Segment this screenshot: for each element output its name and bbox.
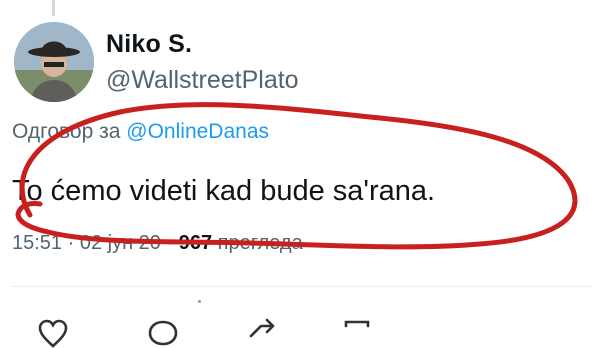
divider — [12, 286, 592, 287]
thread-connector-line — [52, 0, 55, 16]
reply-prefix: Одговор за — [12, 120, 121, 143]
retweet-icon[interactable] — [245, 318, 279, 348]
divider-dot — [198, 300, 201, 303]
reply-mention-link[interactable]: @OnlineDanas — [126, 120, 269, 143]
action-bar — [0, 318, 600, 348]
reply-context: Одговор за @OnlineDanas — [12, 120, 269, 144]
tweet-meta: 15:51 · 02 јун 20 · 967 прегледа — [12, 232, 303, 255]
reply-icon[interactable] — [146, 318, 180, 348]
avatar-image — [14, 22, 94, 102]
timestamp-link[interactable]: 15:51 · 02 јун 20 — [12, 232, 161, 254]
like-icon[interactable] — [36, 318, 70, 348]
avatar[interactable] — [14, 22, 94, 102]
display-name[interactable]: Niko S. — [106, 30, 192, 59]
user-handle[interactable]: @WallstreetPlato — [106, 66, 299, 95]
meta-separator: · — [160, 232, 179, 254]
tweet-text: To ćemo videti kad bude sa'rana. — [12, 175, 436, 207]
view-count: 967 — [178, 232, 213, 254]
view-label: прегледа — [217, 232, 303, 254]
bookmark-icon[interactable] — [340, 318, 374, 348]
